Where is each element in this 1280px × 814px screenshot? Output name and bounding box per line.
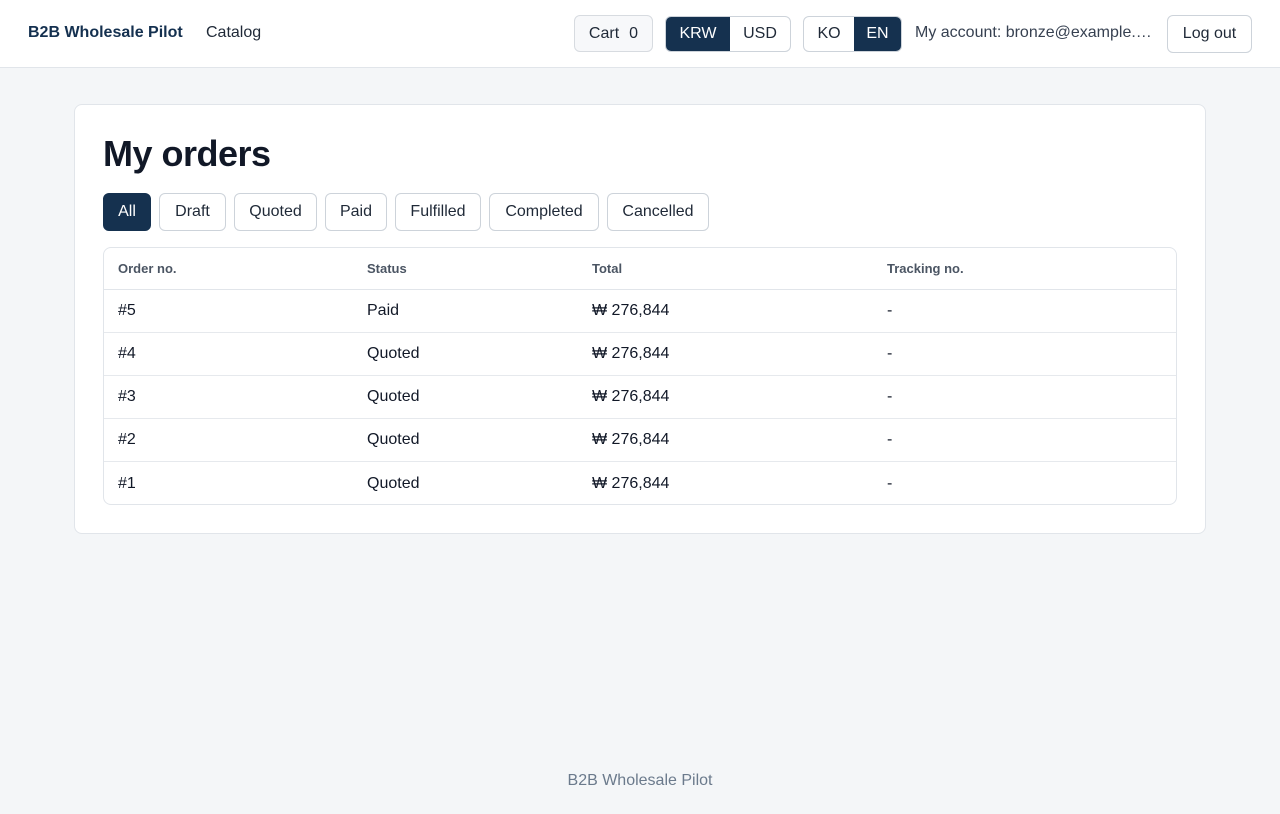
logout-button[interactable]: Log out	[1167, 15, 1252, 53]
status-cell: Quoted	[367, 345, 420, 362]
tracking-cell: -	[887, 302, 893, 319]
total-cell: ₩ 276,844	[592, 474, 670, 492]
filter-all-button[interactable]: All	[103, 193, 151, 231]
cart-count-badge: 0	[629, 24, 639, 42]
currency-option-krw[interactable]: KRW	[666, 17, 730, 51]
tracking-cell: -	[887, 388, 893, 405]
tracking-cell: -	[887, 474, 893, 492]
status-cell: Quoted	[367, 474, 420, 492]
total-cell: ₩ 276,844	[592, 388, 670, 405]
filter-cancelled-button[interactable]: Cancelled	[607, 193, 709, 231]
language-switcher: KO EN	[803, 16, 902, 52]
column-header-tracking-no: Tracking no.	[887, 261, 964, 276]
table-header-row: Order no. Status Total Tracking no.	[104, 248, 1176, 290]
column-header-total: Total	[592, 261, 623, 276]
total-cell: ₩ 276,844	[592, 431, 670, 448]
orders-table: Order no. Status Total Tracking no. #5 P…	[103, 247, 1177, 505]
order-number-cell[interactable]: #3	[118, 376, 136, 418]
total-cell: ₩ 276,844	[592, 345, 670, 362]
column-header-status: Status	[367, 261, 407, 276]
table-row[interactable]: #4 Quoted ₩ 276,844 -	[104, 333, 1176, 376]
table-row[interactable]: #5 Paid ₩ 276,844 -	[104, 290, 1176, 333]
filter-draft-button[interactable]: Draft	[159, 193, 226, 231]
page-title: My orders	[103, 133, 271, 174]
language-option-ko[interactable]: KO	[804, 17, 854, 51]
tracking-cell: -	[887, 431, 893, 448]
my-account-link[interactable]: My account: bronze@example.com	[915, 24, 1153, 42]
cart-button[interactable]: Cart 0	[574, 15, 653, 52]
status-cell: Quoted	[367, 431, 420, 448]
status-cell: Quoted	[367, 388, 420, 405]
footer-text: B2B Wholesale Pilot	[567, 772, 713, 789]
filter-quoted-button[interactable]: Quoted	[234, 193, 317, 231]
currency-option-usd[interactable]: USD	[730, 17, 790, 51]
brand-logo-text[interactable]: B2B Wholesale Pilot	[28, 24, 183, 42]
status-cell: Paid	[367, 302, 400, 319]
currency-switcher: KRW USD	[665, 16, 791, 52]
order-number-cell[interactable]: #4	[118, 333, 136, 375]
filter-paid-button[interactable]: Paid	[325, 193, 387, 231]
table-row[interactable]: #2 Quoted ₩ 276,844 -	[104, 419, 1176, 462]
order-number-cell[interactable]: #5	[118, 290, 136, 332]
orders-card: My orders All Draft Quoted Paid Fulfille…	[74, 104, 1206, 534]
order-number-cell[interactable]: #2	[118, 419, 136, 461]
column-header-order-no: Order no.	[118, 261, 177, 276]
total-cell: ₩ 276,844	[592, 302, 670, 319]
table-row[interactable]: #1 Quoted ₩ 276,844 -	[104, 462, 1176, 504]
filter-completed-button[interactable]: Completed	[489, 193, 599, 231]
cart-label: Cart	[588, 24, 620, 42]
nav-link-catalog[interactable]: Catalog	[206, 24, 261, 42]
table-row[interactable]: #3 Quoted ₩ 276,844 -	[104, 376, 1176, 419]
order-number-cell[interactable]: #1	[118, 462, 136, 504]
language-option-en[interactable]: EN	[854, 17, 901, 51]
filter-fulfilled-button[interactable]: Fulfilled	[395, 193, 481, 231]
top-navigation-bar: B2B Wholesale Pilot Catalog Cart 0 KRW U…	[0, 0, 1280, 68]
tracking-cell: -	[887, 345, 893, 362]
